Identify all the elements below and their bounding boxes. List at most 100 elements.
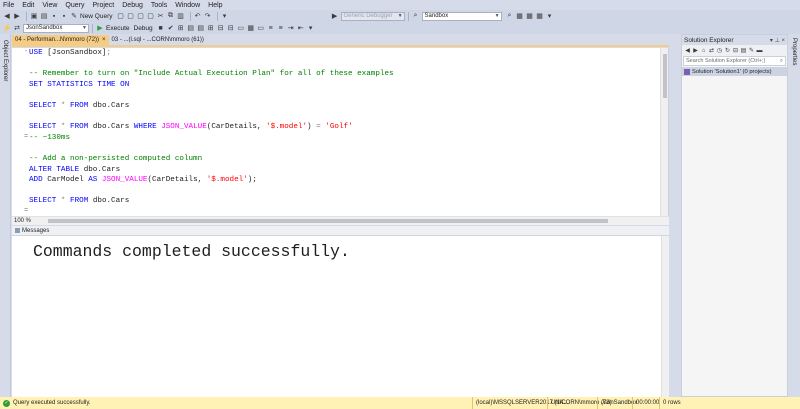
save-all-icon[interactable]: ▪ xyxy=(60,12,68,20)
messages-pane[interactable]: Commands completed successfully. xyxy=(12,236,669,397)
preview-icon[interactable]: ▬ xyxy=(756,47,763,54)
query-icon[interactable]: ▢ xyxy=(117,12,125,20)
display-plan-icon[interactable]: ⊞ xyxy=(177,24,185,32)
code-token: FROM xyxy=(70,101,93,110)
fold-marker[interactable]: = xyxy=(24,207,28,215)
copy-icon[interactable]: ⧉ xyxy=(167,12,175,20)
toolbar-overflow-icon[interactable]: ▾ xyxy=(307,24,315,32)
forward-icon[interactable]: ▶ xyxy=(692,47,699,54)
menu-item-help[interactable]: Help xyxy=(208,2,222,9)
comment-icon[interactable]: ≡ xyxy=(267,24,275,32)
wrench-icon[interactable]: ✎ xyxy=(748,47,755,54)
debug-button[interactable]: Debug xyxy=(134,25,153,32)
stop-icon[interactable]: ■ xyxy=(157,24,165,32)
pin-icon[interactable]: ⊥ xyxy=(775,38,780,44)
connect-icon[interactable]: ⚡ xyxy=(3,24,12,32)
menu-item-debug[interactable]: Debug xyxy=(122,2,143,9)
start-debug-icon[interactable]: ▶ xyxy=(331,12,339,20)
include-plan-icon[interactable]: ⊞ xyxy=(207,24,215,32)
show-all-files-icon[interactable]: ▤ xyxy=(740,47,747,54)
menu-item-file[interactable]: File xyxy=(3,2,14,9)
cut-icon[interactable]: ✂ xyxy=(157,12,165,20)
undo-icon[interactable]: ↶ xyxy=(194,12,202,20)
redo-icon[interactable]: ↷ xyxy=(204,12,212,20)
sync-icon[interactable]: ⇄ xyxy=(708,47,715,54)
pending-changes-icon[interactable]: ◷ xyxy=(716,47,723,54)
query-icon-3[interactable]: ▢ xyxy=(137,12,145,20)
code-token: JSON_VALUE xyxy=(101,176,148,185)
open-file-icon[interactable]: ▤ xyxy=(40,12,48,20)
tab-messages[interactable]: Messages xyxy=(12,228,52,234)
execute-button[interactable]: Execute xyxy=(106,25,130,32)
parse-icon[interactable]: ✔ xyxy=(167,24,175,32)
refresh-icon[interactable]: ↻ xyxy=(724,47,731,54)
object-explorer-tab[interactable]: Object Explorer xyxy=(2,40,8,81)
back-icon[interactable]: ◀ xyxy=(3,12,11,20)
live-stats-icon[interactable]: ⊟ xyxy=(217,24,225,32)
fold-marker[interactable]: = xyxy=(24,133,28,141)
find-icon[interactable]: ⌕ xyxy=(412,12,420,20)
menu-item-tools[interactable]: Tools xyxy=(151,2,167,9)
new-query-button[interactable]: New Query xyxy=(80,13,113,20)
messages-vertical-scrollbar[interactable] xyxy=(661,236,669,397)
scroll-thumb[interactable] xyxy=(48,219,608,223)
change-connection-icon[interactable]: ⇄ xyxy=(13,24,21,32)
search-icon[interactable]: ⌕ xyxy=(780,58,783,65)
back-icon[interactable]: ◀ xyxy=(684,47,691,54)
database-combo[interactable]: JsonSandbox ▼ xyxy=(23,23,89,33)
editor-margin xyxy=(12,48,24,216)
indent-icon[interactable]: ⇥ xyxy=(287,24,295,32)
editor-vertical-scrollbar[interactable] xyxy=(660,48,668,216)
outdent-icon[interactable]: ⇤ xyxy=(297,24,305,32)
properties-icon[interactable]: ▦ xyxy=(516,12,524,20)
fold-marker[interactable]: - xyxy=(24,48,28,56)
find-in-files-icon[interactable]: ⌕ xyxy=(506,12,514,20)
paste-icon[interactable]: ▥ xyxy=(177,12,185,20)
solution-search-input[interactable]: Search Solution Explorer (Ctrl+;) ⌕ xyxy=(683,56,786,66)
results-grid-icon[interactable]: ▦ xyxy=(247,24,255,32)
toolbar-overflow-icon[interactable]: ▾ xyxy=(546,12,554,20)
toolbar-options-icon[interactable]: ▾ xyxy=(221,12,229,20)
uncomment-icon[interactable]: ≡ xyxy=(277,24,285,32)
document-tab[interactable]: 04 - Performan...N\mmoro (72)) × xyxy=(12,35,109,45)
scroll-thumb[interactable] xyxy=(663,54,667,98)
registered-servers-icon[interactable]: ▦ xyxy=(536,12,544,20)
menu-item-window[interactable]: Window xyxy=(175,2,200,9)
query-options-icon[interactable]: ▤ xyxy=(187,24,195,32)
close-icon[interactable]: × xyxy=(781,38,785,44)
query-icon-4[interactable]: ▢ xyxy=(147,12,155,20)
client-stats-icon[interactable]: ⊟ xyxy=(227,24,235,32)
dropdown-icon[interactable]: ▾ xyxy=(770,38,773,44)
code-area[interactable]: USE [JsonSandbox]; -- Remember to turn on… xyxy=(29,48,394,207)
results-text-icon[interactable]: ▭ xyxy=(237,24,245,32)
editor-horizontal-scrollbar[interactable]: 100 % xyxy=(12,216,669,225)
menu-bar: File Edit View Query Project Debug Tools Window… xyxy=(0,0,800,10)
new-query-icon[interactable]: ✎ xyxy=(70,12,78,20)
menu-item-project[interactable]: Project xyxy=(92,2,114,9)
save-icon[interactable]: ▪ xyxy=(50,12,58,20)
solution-combo[interactable]: Sandbox ▼ xyxy=(421,11,502,21)
results-file-icon[interactable]: ▭ xyxy=(257,24,265,32)
query-icon-2[interactable]: ▢ xyxy=(127,12,135,20)
zoom-level[interactable]: 100 % xyxy=(12,218,34,224)
code-token: FROM xyxy=(70,123,93,132)
debugger-combo[interactable]: Generic Debugger ▼ xyxy=(340,11,405,21)
close-tab-icon[interactable]: × xyxy=(102,37,106,43)
home-icon[interactable]: ⌂ xyxy=(700,47,707,54)
menu-item-view[interactable]: View xyxy=(42,2,57,9)
forward-icon[interactable]: ▶ xyxy=(13,12,21,20)
solution-combo-value: Sandbox xyxy=(424,13,449,19)
properties-tab[interactable]: Properties xyxy=(791,38,797,65)
solution-tree-item[interactable]: Solution 'Solution1' (0 projects) xyxy=(682,67,787,76)
intellisense-icon[interactable]: ▤ xyxy=(197,24,205,32)
document-tab[interactable]: 03 - ...(l.sql - ...CORN\mmoro (61)) xyxy=(109,35,207,45)
collapse-all-icon[interactable]: ⊟ xyxy=(732,47,739,54)
query-editor[interactable]: - = = USE [JsonSandbox]; -- Remember to t… xyxy=(12,48,669,216)
code-token: dbo.Cars xyxy=(92,197,130,206)
execute-icon[interactable]: ▶ xyxy=(96,24,104,32)
menu-item-edit[interactable]: Edit xyxy=(22,2,34,9)
toolbox-icon[interactable]: ▦ xyxy=(526,12,534,20)
menu-item-query[interactable]: Query xyxy=(65,2,84,9)
new-project-icon[interactable]: ▣ xyxy=(30,12,38,20)
